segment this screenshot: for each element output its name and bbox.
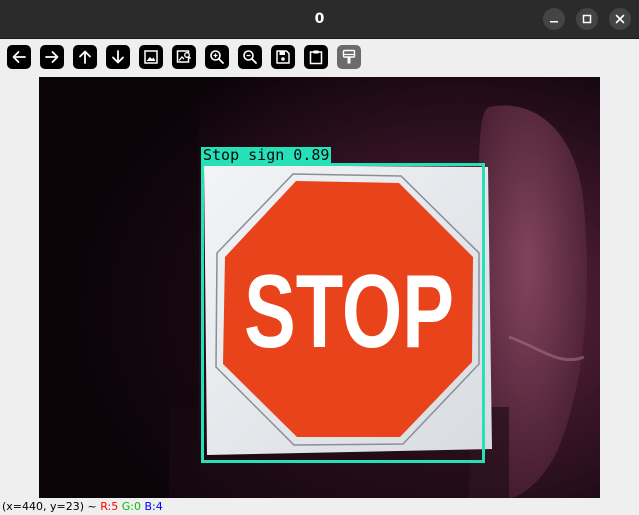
cursor-coordinates: (x=440, y=23) ~ xyxy=(2,500,97,513)
pan-right-button[interactable] xyxy=(40,45,64,69)
image-zoom-icon xyxy=(176,50,192,63)
clipboard-icon xyxy=(309,50,323,65)
close-icon xyxy=(615,14,625,24)
zoom-in-button[interactable] xyxy=(205,45,229,69)
zoom-out-button[interactable] xyxy=(238,45,262,69)
pan-down-button[interactable] xyxy=(106,45,130,69)
minimize-button[interactable] xyxy=(543,8,565,30)
zoom-fit-button[interactable] xyxy=(139,45,163,69)
arrow-up-icon xyxy=(79,50,91,64)
image-canvas[interactable]: STOP Stop sign 0.89 xyxy=(39,77,600,498)
status-bar: (x=440, y=23) ~ R:5 G:0 B:4 xyxy=(0,498,639,515)
maximize-button[interactable] xyxy=(576,8,598,30)
minimize-icon xyxy=(550,21,558,23)
zoom-original-button[interactable] xyxy=(172,45,196,69)
save-button[interactable] xyxy=(271,45,295,69)
properties-button[interactable] xyxy=(337,45,361,69)
maximize-icon xyxy=(582,14,592,24)
paint-brush-icon xyxy=(342,49,356,64)
title-bar[interactable]: 0 xyxy=(0,0,639,39)
arrow-right-icon xyxy=(45,51,59,63)
zoom-in-icon xyxy=(210,50,224,64)
pixel-blue-value: B:4 xyxy=(144,500,163,513)
image-viewer-window: 0 STOP Stop sign 0.89 (x=440, y=23) ~ R:… xyxy=(0,0,639,515)
toolbar xyxy=(0,39,639,77)
close-button[interactable] xyxy=(609,8,631,30)
zoom-out-icon xyxy=(243,50,257,64)
detection-box xyxy=(201,163,485,463)
copy-to-clipboard-button[interactable] xyxy=(304,45,328,69)
pixel-red-value: R:5 xyxy=(100,500,119,513)
floppy-disk-icon xyxy=(276,50,290,64)
pan-left-button[interactable] xyxy=(7,45,31,69)
image-icon xyxy=(144,50,158,64)
detection-label: Stop sign 0.89 xyxy=(201,146,332,164)
pan-up-button[interactable] xyxy=(73,45,97,69)
arrow-left-icon xyxy=(12,51,26,63)
pixel-green-value: G:0 xyxy=(121,500,141,513)
arrow-down-icon xyxy=(112,50,124,64)
